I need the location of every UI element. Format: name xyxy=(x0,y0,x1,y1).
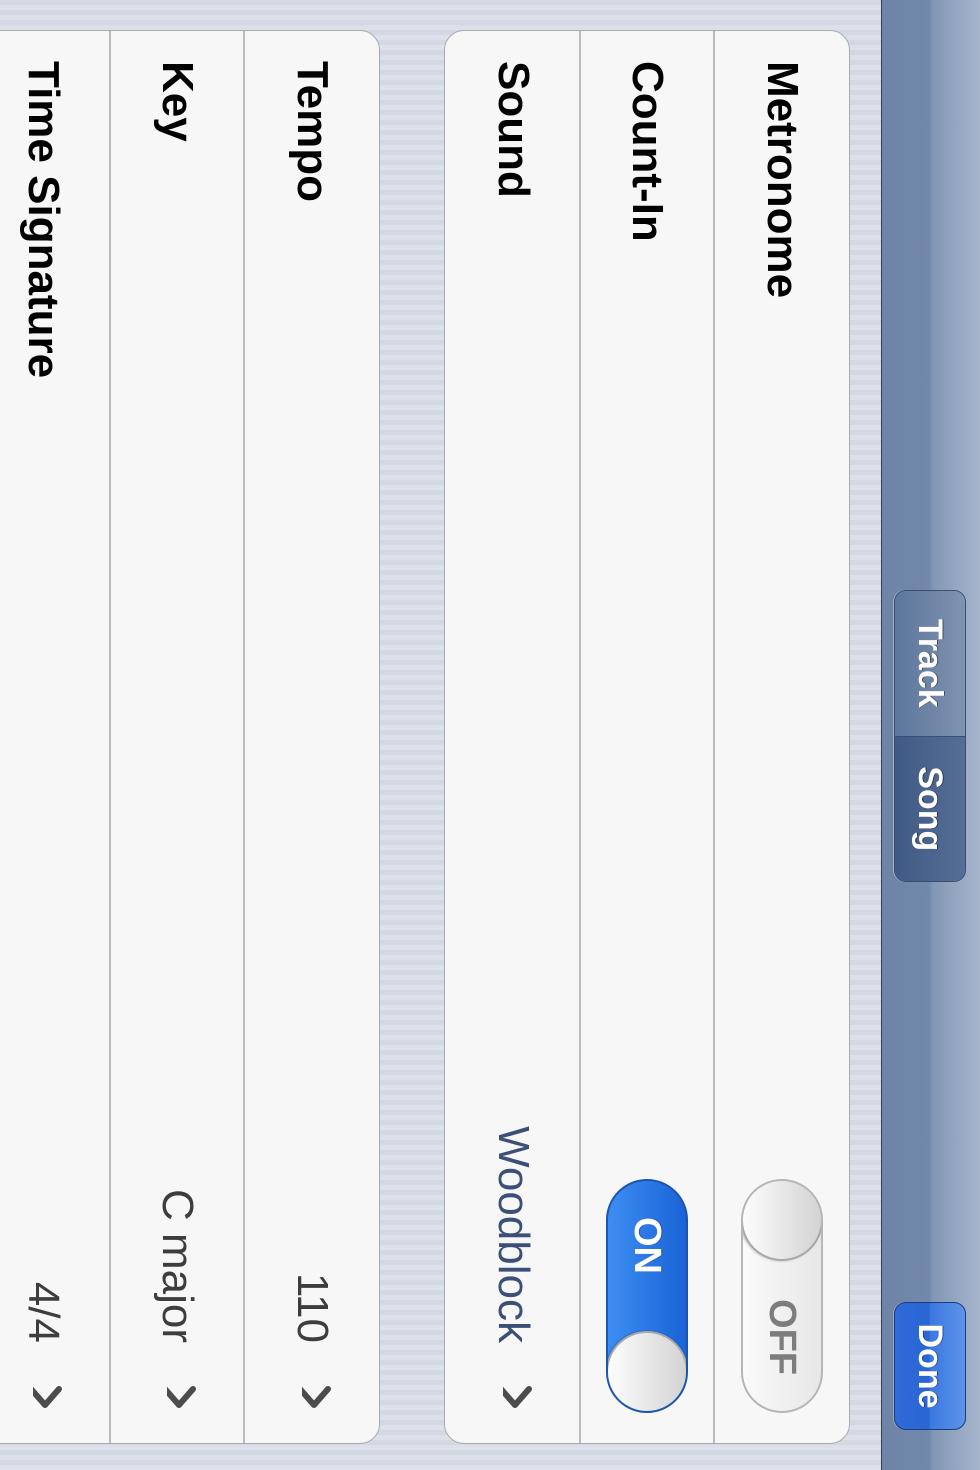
count-in-label: Count-In xyxy=(623,61,672,242)
count-in-switch-knob xyxy=(606,1331,688,1413)
time-signature-row[interactable]: Time Signature 4/4 xyxy=(0,31,111,1443)
chevron-right-icon xyxy=(167,1386,196,1408)
track-song-segmented-control: Track Song xyxy=(894,590,966,882)
segment-song[interactable]: Song xyxy=(895,735,965,881)
tempo-row[interactable]: Tempo 110 xyxy=(245,31,379,1443)
metronome-row: Metronome OFF xyxy=(715,31,849,1443)
key-row[interactable]: Key C major xyxy=(111,31,245,1443)
navigation-bar: Track Song Done xyxy=(881,0,980,1470)
segment-track[interactable]: Track xyxy=(895,591,965,736)
sound-row[interactable]: Sound Woodblock xyxy=(447,31,581,1443)
count-in-switch-text: ON xyxy=(626,1217,669,1274)
chevron-right-icon xyxy=(33,1386,62,1408)
sound-value: Woodblock xyxy=(489,1126,538,1343)
tempo-value: 110 xyxy=(288,1272,337,1343)
chevron-right-icon xyxy=(503,1386,532,1408)
tempo-label: Tempo xyxy=(288,61,337,202)
metronome-switch-text: OFF xyxy=(761,1299,804,1375)
done-button[interactable]: Done xyxy=(894,1302,966,1430)
count-in-switch[interactable]: ON xyxy=(606,1179,688,1413)
key-value: C major xyxy=(153,1188,202,1343)
sound-label: Sound xyxy=(489,61,538,198)
metronome-switch[interactable]: OFF xyxy=(741,1179,823,1413)
metronome-switch-knob xyxy=(741,1179,823,1261)
time-signature-label: Time Signature xyxy=(19,61,68,379)
song-settings-screen: Track Song Done Metronome OFF Count-In O… xyxy=(0,0,980,1470)
time-signature-value: 4/4 xyxy=(19,1281,68,1343)
metronome-label: Metronome xyxy=(758,61,807,299)
count-in-row: Count-In ON xyxy=(581,31,715,1443)
chevron-right-icon xyxy=(302,1386,331,1408)
metronome-settings-group: Metronome OFF Count-In ON Sound Woodbloc… xyxy=(444,30,850,1444)
song-settings-group: Tempo 110 Key C major Time Signature 4/4 xyxy=(0,30,380,1444)
key-label: Key xyxy=(153,61,202,142)
